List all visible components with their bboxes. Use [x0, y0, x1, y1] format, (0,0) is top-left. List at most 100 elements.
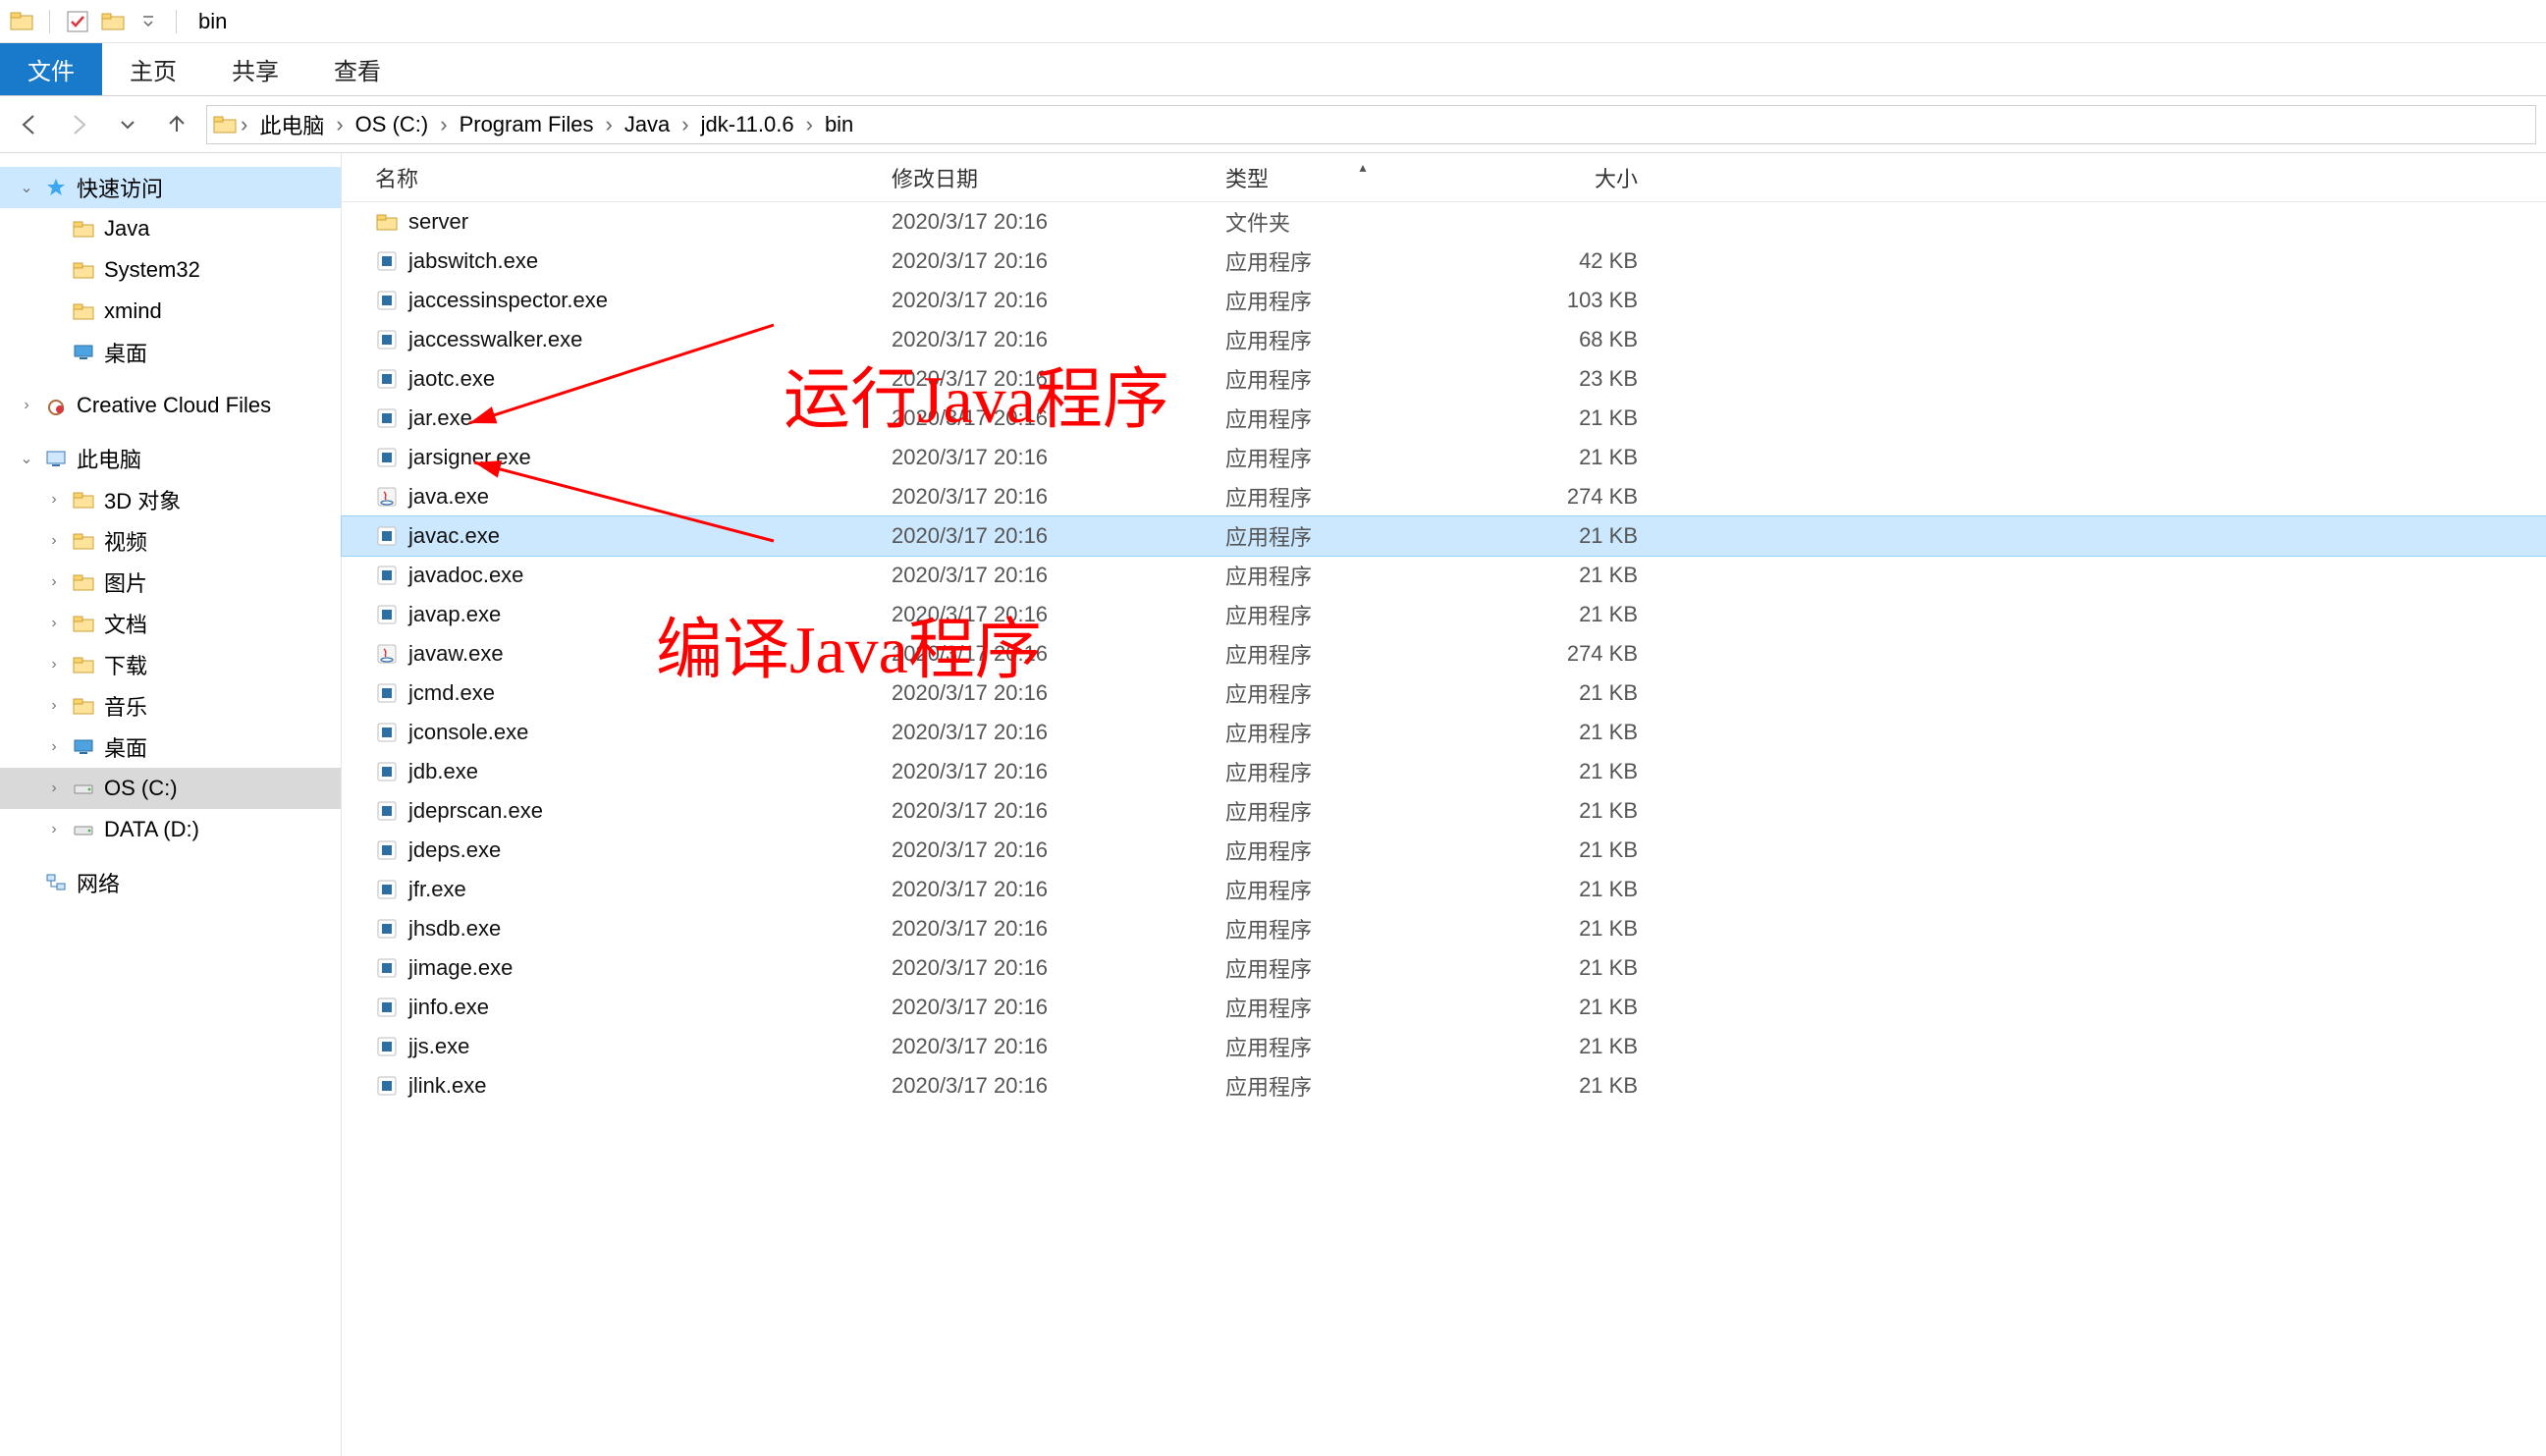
file-row[interactable]: javap.exe2020/3/17 20:16应用程序21 KB [342, 595, 2546, 634]
star-icon [43, 175, 69, 200]
breadcrumb[interactable]: › 此电脑›OS (C:)›Program Files›Java›jdk-11.… [206, 105, 2536, 144]
tab-file[interactable]: 文件 [0, 43, 102, 95]
file-row[interactable]: jabswitch.exe2020/3/17 20:16应用程序42 KB [342, 242, 2546, 281]
tree-this-pc[interactable]: ⌄ 此电脑 [0, 438, 341, 479]
file-row[interactable]: jimage.exe2020/3/17 20:16应用程序21 KB [342, 948, 2546, 988]
chevron-right-icon[interactable]: › [45, 780, 63, 797]
column-type[interactable]: ▴ 类型 [1225, 162, 1500, 193]
file-size: 21 KB [1500, 1034, 1657, 1059]
column-date[interactable]: 修改日期 [892, 162, 1225, 193]
column-size[interactable]: 大小 [1500, 162, 1657, 193]
back-button[interactable] [10, 105, 49, 144]
file-row[interactable]: jaccessinspector.exe2020/3/17 20:16应用程序1… [342, 281, 2546, 320]
chevron-down-icon[interactable]: ⌄ [18, 449, 35, 468]
chevron-right-icon[interactable]: › [679, 112, 690, 137]
tree-label: System32 [104, 257, 200, 283]
tree-creative-cloud[interactable]: › Creative Cloud Files [0, 385, 341, 426]
file-date: 2020/3/17 20:16 [892, 720, 1225, 745]
tree-quick-access-item[interactable]: xmind [0, 291, 341, 332]
chevron-right-icon[interactable]: › [45, 697, 63, 715]
tab-home[interactable]: 主页 [102, 43, 204, 95]
file-row[interactable]: jdeprscan.exe2020/3/17 20:16应用程序21 KB [342, 791, 2546, 831]
tree-this-pc-item[interactable]: ›音乐 [0, 685, 341, 727]
file-row[interactable]: jlink.exe2020/3/17 20:16应用程序21 KB [342, 1066, 2546, 1105]
chevron-right-icon[interactable]: › [45, 656, 63, 674]
tree-this-pc-item[interactable]: › 桌面 [0, 727, 341, 768]
tree-quick-access-item[interactable]: 桌面 [0, 332, 341, 373]
tab-view[interactable]: 查看 [306, 43, 408, 95]
chevron-right-icon[interactable]: › [603, 112, 614, 137]
properties-checkbox-icon[interactable] [64, 8, 91, 35]
tree-this-pc-item[interactable]: › 图片 [0, 562, 341, 603]
file-row[interactable]: javaw.exe2020/3/17 20:16应用程序274 KB [342, 634, 2546, 674]
navigation-tree[interactable]: ⌄ 快速访问 JavaSystem32xmind桌面 › Creative Cl… [0, 153, 342, 1456]
column-name[interactable]: 名称 [342, 162, 892, 193]
exe-icon [375, 524, 399, 548]
chevron-right-icon[interactable]: › [438, 112, 449, 137]
tab-share[interactable]: 共享 [204, 43, 306, 95]
breadcrumb-segment[interactable]: Java [617, 106, 677, 143]
forward-button[interactable] [59, 105, 98, 144]
tree-label: 图片 [104, 566, 147, 598]
tree-quick-access-item[interactable]: System32 [0, 249, 341, 291]
file-row[interactable]: jdb.exe2020/3/17 20:16应用程序21 KB [342, 752, 2546, 791]
tree-this-pc-item[interactable]: ›视频 [0, 520, 341, 562]
file-row[interactable]: javac.exe2020/3/17 20:16应用程序21 KB [342, 516, 2546, 556]
tree-label: 桌面 [104, 731, 147, 763]
chevron-right-icon[interactable]: › [239, 112, 249, 137]
recent-locations-button[interactable] [108, 105, 147, 144]
chevron-right-icon[interactable]: › [45, 738, 63, 756]
chevron-right-icon[interactable]: › [45, 821, 63, 838]
tree-quick-access[interactable]: ⌄ 快速访问 [0, 167, 341, 208]
file-row[interactable]: server2020/3/17 20:16文件夹 [342, 202, 2546, 242]
chevron-right-icon[interactable]: › [45, 491, 63, 509]
file-row[interactable]: jconsole.exe2020/3/17 20:16应用程序21 KB [342, 713, 2546, 752]
navigation-bar: › 此电脑›OS (C:)›Program Files›Java›jdk-11.… [0, 96, 2546, 153]
file-row[interactable]: jarsigner.exe2020/3/17 20:16应用程序21 KB [342, 438, 2546, 477]
tree-this-pc-item[interactable]: › 下载 [0, 644, 341, 685]
breadcrumb-segment[interactable]: bin [817, 106, 861, 143]
breadcrumb-segment[interactable]: 此电脑 [251, 106, 332, 143]
file-row[interactable]: jaccesswalker.exe2020/3/17 20:16应用程序68 K… [342, 320, 2546, 359]
file-row[interactable]: jcmd.exe2020/3/17 20:16应用程序21 KB [342, 674, 2546, 713]
file-type: 应用程序 [1225, 285, 1500, 316]
breadcrumb-segment[interactable]: Program Files [452, 106, 602, 143]
qat-dropdown-icon[interactable] [135, 8, 162, 35]
file-row[interactable]: jdeps.exe2020/3/17 20:16应用程序21 KB [342, 831, 2546, 870]
tree-quick-access-item[interactable]: Java [0, 208, 341, 249]
tree-this-pc-item[interactable]: ›OS (C:) [0, 768, 341, 809]
file-date: 2020/3/17 20:16 [892, 995, 1225, 1020]
tree-this-pc-item[interactable]: ›DATA (D:) [0, 809, 341, 850]
file-row[interactable]: jhsdb.exe2020/3/17 20:16应用程序21 KB [342, 909, 2546, 948]
breadcrumb-segment[interactable]: OS (C:) [348, 106, 437, 143]
file-row[interactable]: jaotc.exe2020/3/17 20:16应用程序23 KB [342, 359, 2546, 399]
folder-icon[interactable] [99, 8, 127, 35]
tree-label: 下载 [104, 649, 147, 680]
chevron-right-icon[interactable]: › [45, 532, 63, 550]
chevron-right-icon[interactable]: › [45, 615, 63, 632]
chevron-right-icon[interactable]: › [18, 397, 35, 414]
file-row[interactable]: jinfo.exe2020/3/17 20:16应用程序21 KB [342, 988, 2546, 1027]
tree-this-pc-item[interactable]: ›3D 对象 [0, 479, 341, 520]
tree-this-pc-item[interactable]: ›文档 [0, 603, 341, 644]
file-row[interactable]: jjs.exe2020/3/17 20:16应用程序21 KB [342, 1027, 2546, 1066]
tree-network[interactable]: 网络 [0, 862, 341, 903]
breadcrumb-segment[interactable]: jdk-11.0.6 [693, 106, 802, 143]
chevron-right-icon[interactable]: › [804, 112, 815, 137]
chevron-right-icon[interactable]: › [45, 573, 63, 591]
chevron-down-icon[interactable]: ⌄ [18, 178, 35, 197]
column-headers[interactable]: 名称 修改日期 ▴ 类型 大小 [342, 153, 2546, 202]
up-button[interactable] [157, 105, 196, 144]
file-list[interactable]: 名称 修改日期 ▴ 类型 大小 server2020/3/17 20:16文件夹… [342, 153, 2546, 1456]
file-row[interactable]: java.exe2020/3/17 20:16应用程序274 KB [342, 477, 2546, 516]
file-row[interactable]: jfr.exe2020/3/17 20:16应用程序21 KB [342, 870, 2546, 909]
file-name: javadoc.exe [408, 563, 523, 588]
folder-icon [71, 611, 96, 636]
file-type: 应用程序 [1225, 756, 1500, 787]
file-row[interactable]: jar.exe2020/3/17 20:16应用程序21 KB [342, 399, 2546, 438]
file-name: javap.exe [408, 602, 501, 627]
file-type: 应用程序 [1225, 992, 1500, 1023]
chevron-right-icon[interactable]: › [334, 112, 345, 137]
file-date: 2020/3/17 20:16 [892, 563, 1225, 588]
file-row[interactable]: javadoc.exe2020/3/17 20:16应用程序21 KB [342, 556, 2546, 595]
